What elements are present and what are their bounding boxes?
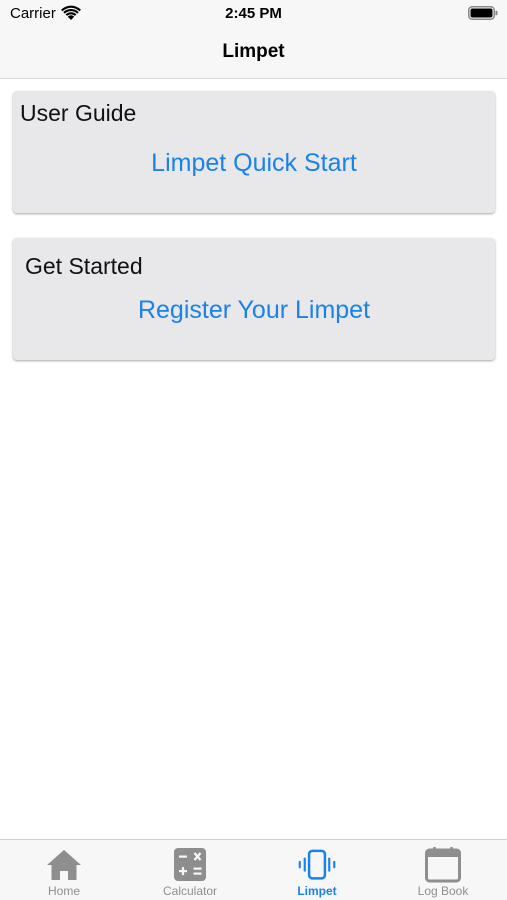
tab-limpet-label: Limpet [297,884,337,898]
tab-bar: Home Calculator Limpet Log Book [0,839,507,900]
calendar-icon [425,847,461,883]
tab-log-book[interactable]: Log Book [380,840,506,900]
navigation-bar: Limpet [0,28,507,79]
limpet-quick-start-link[interactable]: Limpet Quick Start [13,149,495,178]
battery-icon [468,6,498,20]
clock-time: 2:45 PM [225,5,282,22]
get-started-heading: Get Started [25,253,143,279]
tab-calculator-label: Calculator [162,884,218,898]
status-bar: Carrier 2:45 PM [0,0,507,28]
tab-calculator[interactable]: Calculator [127,840,253,900]
get-started-card: Get Started Register Your Limpet [13,238,495,360]
tab-limpet[interactable]: Limpet [254,840,380,900]
page-title: Limpet [222,41,285,62]
calculator-icon [174,848,206,881]
screen: Carrier 2:45 PM Limpet User Guide Limpet… [0,0,507,900]
tab-home[interactable]: Home [1,840,127,900]
user-guide-card: User Guide Limpet Quick Start [13,91,495,213]
home-icon [47,850,81,880]
tab-home-label: Home [47,884,80,898]
phone-vibrate-icon [298,849,336,880]
register-limpet-link[interactable]: Register Your Limpet [13,296,495,325]
user-guide-heading: User Guide [20,100,137,126]
tab-log-book-label: Log Book [417,884,469,898]
